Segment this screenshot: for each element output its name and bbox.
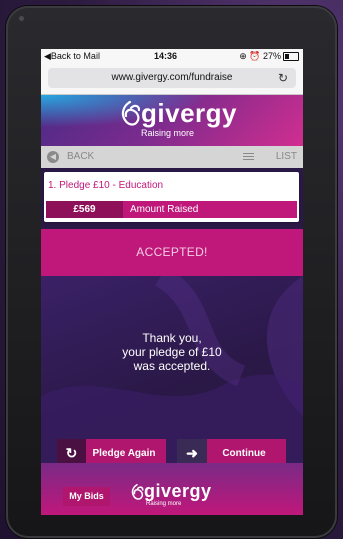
logo-text: givergy — [141, 98, 237, 128]
amount-value: £569 — [46, 201, 123, 218]
thanks-line-1: Thank you, — [142, 331, 202, 345]
item-card[interactable]: 1. Pledge £10 - Education £569 Amount Ra… — [44, 172, 299, 222]
battery-icon — [283, 52, 299, 61]
status-time: 14:36 — [154, 51, 178, 61]
screen: ◀Back to Mail 14:36 ⊕ ⏰ 27% www.givergy.… — [41, 49, 303, 515]
url-field[interactable]: www.givergy.com/fundraise ↻ — [48, 68, 296, 88]
thanks-line-2: your pledge of £10 — [122, 345, 222, 359]
list-label: LIST — [275, 151, 297, 162]
footer-logo-tagline: Raising more — [146, 501, 182, 507]
accepted-banner: ACCEPTED! — [41, 229, 303, 276]
amount-raised-row: £569 Amount Raised — [46, 201, 297, 218]
back-to-mail-link[interactable]: ◀Back to Mail — [44, 51, 100, 62]
tablet-device: ◀Back to Mail 14:36 ⊕ ⏰ 27% www.givergy.… — [6, 6, 337, 538]
url-text: www.givergy.com/fundraise — [111, 72, 233, 83]
status-bar: ◀Back to Mail 14:36 ⊕ ⏰ 27% — [41, 49, 303, 64]
hamburger-icon — [243, 153, 254, 161]
thank-you-message: Thank you, your pledge of £10 was accept… — [41, 331, 303, 373]
givergy-logo-mark-icon — [121, 100, 141, 126]
url-bar: www.givergy.com/fundraise ↻ — [41, 64, 303, 95]
reload-icon[interactable]: ↻ — [278, 68, 288, 88]
footer-logo-mark-icon — [131, 483, 144, 500]
back-label: BACK — [67, 151, 95, 162]
footer-logo-text: givergy — [144, 481, 212, 501]
footer: My Bids givergy Raising more — [41, 463, 303, 515]
thanks-line-3: was accepted. — [133, 359, 211, 373]
back-arrow-icon: ◀ — [47, 151, 59, 163]
amount-label: Amount Raised — [130, 204, 199, 215]
app-header: givergy Raising more — [41, 95, 303, 146]
camera-icon — [19, 16, 24, 21]
list-button[interactable]: LIST — [243, 149, 297, 165]
logo-tagline: Raising more — [141, 128, 195, 138]
my-bids-button[interactable]: My Bids — [63, 487, 110, 506]
status-indicators: ⊕ ⏰ 27% — [239, 51, 281, 61]
nav-bar: ◀ BACK LIST — [41, 146, 303, 168]
item-title: 1. Pledge £10 - Education — [48, 180, 164, 191]
